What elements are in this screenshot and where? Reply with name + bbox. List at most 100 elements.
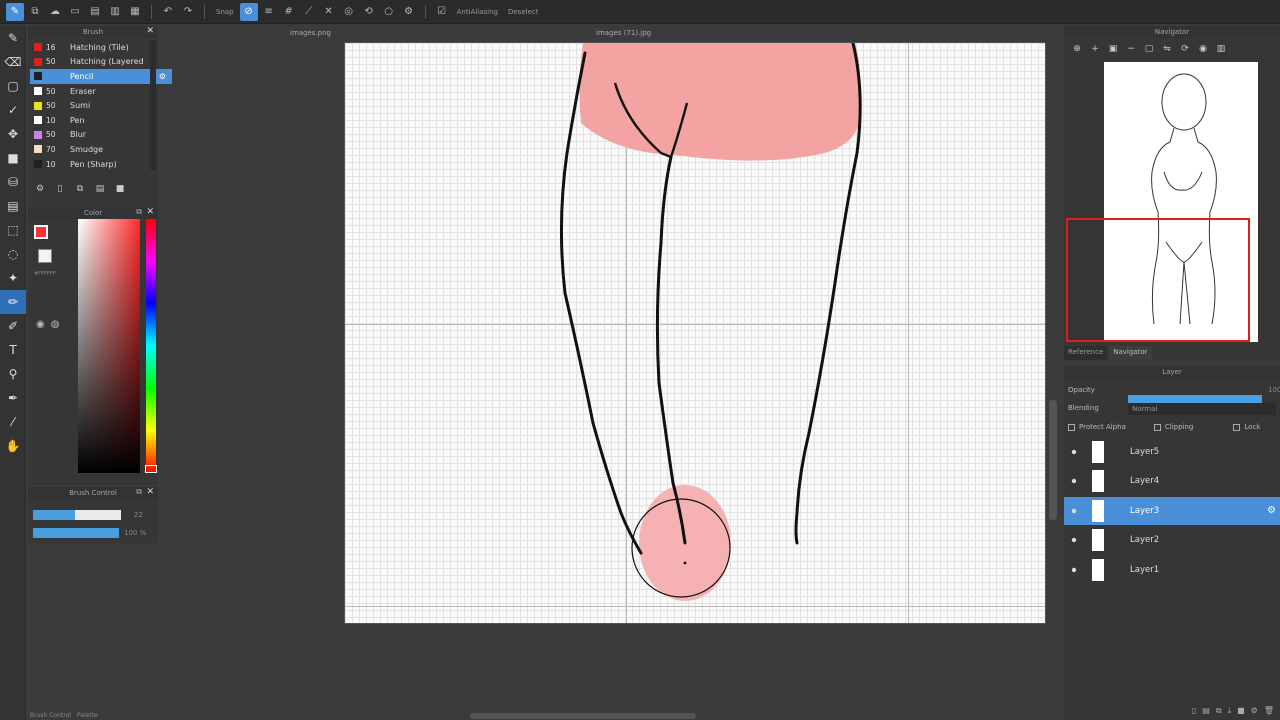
- visibility-eye-icon[interactable]: [1071, 449, 1077, 455]
- drawing-canvas[interactable]: [344, 42, 1046, 624]
- settings-icon[interactable]: ⚙: [32, 182, 48, 196]
- layer-row[interactable]: Layer4: [1064, 467, 1280, 495]
- deselect-button[interactable]: Deselect: [504, 8, 543, 16]
- tab-reference[interactable]: Reference: [1064, 346, 1108, 360]
- new-layer-menu-icon[interactable]: ▤: [1202, 706, 1210, 718]
- tab-brush-control[interactable]: Brush Control: [30, 712, 71, 719]
- zoom-fit-icon[interactable]: ⊕: [1070, 44, 1084, 54]
- new-brush-icon[interactable]: ▯: [52, 182, 68, 196]
- snap-off-icon[interactable]: ⊘: [239, 2, 258, 21]
- snap-perspective-icon[interactable]: ⟋: [300, 3, 318, 21]
- layer-folder-icon[interactable]: ■: [1237, 706, 1245, 718]
- saturation-value-picker[interactable]: [78, 219, 140, 473]
- hue-marker[interactable]: [145, 465, 157, 473]
- divider-tool-icon[interactable]: ⁄: [0, 410, 26, 434]
- layer-row[interactable]: Layer5: [1064, 438, 1280, 466]
- zoom-out-icon[interactable]: −: [1124, 44, 1138, 54]
- fill-rect-icon[interactable]: ■: [0, 146, 26, 170]
- fit-window-icon[interactable]: ▣: [1106, 44, 1120, 54]
- copy-brush-icon[interactable]: ⧉: [72, 182, 88, 196]
- protect-alpha-checkbox[interactable]: [1068, 423, 1075, 431]
- flip-icon[interactable]: ⇋: [1160, 44, 1174, 54]
- brush-opacity-slider[interactable]: [33, 528, 119, 538]
- visibility-eye-icon[interactable]: [1071, 508, 1077, 513]
- brush-list-scrollbar[interactable]: [150, 40, 156, 170]
- layer-settings-icon[interactable]: ⚙: [1251, 706, 1258, 718]
- select-pen-icon[interactable]: ✏: [0, 290, 26, 314]
- brush-settings-icon[interactable]: ⚙: [159, 72, 166, 81]
- clipping-checkbox[interactable]: [1153, 423, 1161, 431]
- tab-center-doc[interactable]: images (71).jpg: [596, 29, 651, 37]
- snap-circle-icon[interactable]: ○: [380, 3, 398, 21]
- close-icon[interactable]: ✕: [146, 26, 154, 36]
- operation-tool-icon[interactable]: ⚲: [0, 362, 26, 386]
- visibility-eye-icon[interactable]: [1071, 537, 1077, 543]
- canvas-vertical-scrollbar[interactable]: [1049, 400, 1057, 520]
- snap-cross-icon[interactable]: ✕: [320, 3, 338, 21]
- check-icon[interactable]: ✓: [0, 98, 26, 122]
- visibility-eye-icon[interactable]: [1071, 567, 1077, 572]
- layers-icon[interactable]: ▥: [106, 3, 124, 21]
- canvas-horizontal-scrollbar[interactable]: [470, 713, 696, 719]
- tab-navigator[interactable]: Navigator: [1109, 346, 1152, 360]
- eyedropper-icon[interactable]: ✒: [0, 386, 26, 410]
- popout-icon[interactable]: ⧉: [136, 487, 142, 497]
- lock-checkbox[interactable]: [1233, 423, 1241, 431]
- copy-icon[interactable]: ⧉: [26, 3, 44, 21]
- visibility-eye-icon[interactable]: [1071, 479, 1077, 484]
- snap-concentric-icon[interactable]: ◎: [340, 3, 358, 21]
- brush-size-slider[interactable]: [33, 510, 121, 520]
- grid-menu-icon[interactable]: ▦: [126, 3, 144, 21]
- cloud-icon[interactable]: ☁: [46, 3, 64, 21]
- undo-icon[interactable]: ↶: [159, 3, 177, 21]
- select-tool-icon[interactable]: ⬚: [0, 218, 26, 242]
- tab-palette[interactable]: Palette: [77, 712, 98, 719]
- layer-settings-icon[interactable]: ⚙: [1267, 505, 1276, 516]
- hue-slider[interactable]: [146, 219, 156, 473]
- new-layer-icon[interactable]: ▯: [1192, 706, 1196, 718]
- redo-icon[interactable]: ↷: [179, 3, 197, 21]
- snap-curve-icon[interactable]: ⟲: [360, 3, 378, 21]
- layer-row[interactable]: Layer1: [1064, 556, 1280, 584]
- move-tool-icon[interactable]: ✥: [0, 122, 26, 146]
- eraser-tool-icon[interactable]: ⌫: [0, 50, 26, 74]
- monitor-icon[interactable]: ▭: [66, 3, 84, 21]
- palette-icon[interactable]: ◉: [36, 319, 45, 330]
- close-icon[interactable]: ✕: [146, 207, 154, 217]
- snap-settings-icon[interactable]: ⚙: [400, 3, 418, 21]
- popout-icon[interactable]: ⧉: [136, 207, 142, 217]
- merge-layer-icon[interactable]: ⤓: [1228, 706, 1232, 718]
- save-icon[interactable]: ▤: [86, 3, 104, 21]
- navigator-view-frame[interactable]: [1066, 218, 1250, 342]
- brush-tool-icon[interactable]: ✎: [0, 26, 26, 50]
- background-color-swatch[interactable]: [38, 249, 52, 263]
- pin-icon[interactable]: ▥: [1214, 44, 1228, 54]
- actual-size-icon[interactable]: ▢: [1142, 44, 1156, 54]
- folder-icon[interactable]: ■: [112, 182, 128, 196]
- pen-mode-icon[interactable]: ✎: [6, 2, 24, 21]
- layer-row[interactable]: Layer2: [1064, 526, 1280, 554]
- gradient-tool-icon[interactable]: ▤: [0, 194, 26, 218]
- antialias-checkbox[interactable]: ☑: [433, 3, 451, 21]
- hand-tool-icon[interactable]: ✋: [0, 434, 26, 458]
- lasso-tool-icon[interactable]: ◌: [0, 242, 26, 266]
- close-icon[interactable]: ✕: [146, 487, 154, 497]
- rotate-icon[interactable]: ⟳: [1178, 44, 1192, 54]
- select-rect-icon[interactable]: ▢: [0, 74, 26, 98]
- delete-layer-icon[interactable]: 🗑: [1264, 706, 1274, 718]
- select-eraser-icon[interactable]: ✐: [0, 314, 26, 338]
- text-tool-icon[interactable]: T: [0, 338, 26, 362]
- duplicate-layer-icon[interactable]: ⧉: [1216, 706, 1222, 718]
- color-wheel-icon[interactable]: ◍: [51, 319, 60, 330]
- tab-left-doc[interactable]: images.png: [290, 29, 331, 37]
- bucket-tool-icon[interactable]: ⛁: [0, 170, 26, 194]
- zoom-in-icon[interactable]: +: [1088, 44, 1102, 54]
- reset-icon[interactable]: ◉: [1196, 44, 1210, 54]
- blending-select[interactable]: Normal: [1128, 403, 1276, 415]
- magic-wand-icon[interactable]: ✦: [0, 266, 26, 290]
- layer-row[interactable]: Layer3 ⚙: [1064, 496, 1280, 525]
- foreground-color-swatch[interactable]: [34, 225, 48, 239]
- snap-grid-icon[interactable]: #: [280, 3, 298, 21]
- brush-doc-icon[interactable]: ▤: [92, 182, 108, 196]
- snap-parallel-icon[interactable]: ≡: [260, 3, 278, 21]
